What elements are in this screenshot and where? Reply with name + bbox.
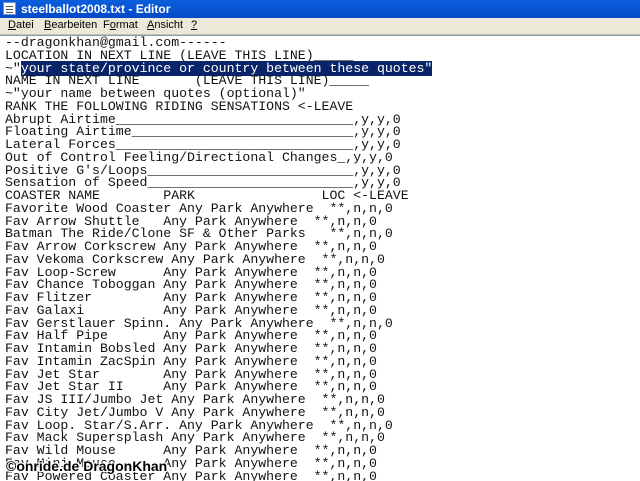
window-title: steelballot2008.txt - Editor	[21, 2, 170, 16]
editor-text: --dragonkhan@gmail.com------LOCATION IN …	[5, 37, 432, 481]
notepad-icon	[3, 2, 16, 15]
menu-bearbeiten[interactable]: Bearbeiten	[44, 19, 97, 31]
title-bar[interactable]: steelballot2008.txt - Editor	[0, 0, 640, 18]
menu-help[interactable]: ?	[191, 19, 197, 31]
menu-format[interactable]: Format	[103, 19, 138, 31]
text-editor[interactable]: --dragonkhan@gmail.com------LOCATION IN …	[0, 35, 640, 481]
menu-datei[interactable]: Datei	[8, 19, 34, 31]
menu-ansicht[interactable]: Ansicht	[147, 19, 183, 31]
watermark: ©onride.de DragonKhan	[6, 458, 167, 474]
menu-bar: Datei Bearbeiten Format Ansicht ?	[0, 18, 640, 35]
